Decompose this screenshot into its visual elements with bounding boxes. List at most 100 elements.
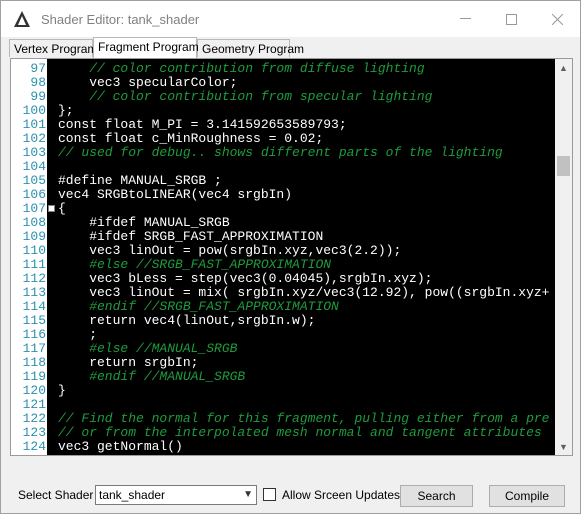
minimize-icon <box>459 18 471 19</box>
code-line[interactable]: 98 vec3 specularColor; <box>11 76 572 90</box>
code-text: { <box>58 201 66 216</box>
app-icon <box>14 11 30 27</box>
code-text: vec3 getNormal() <box>58 439 183 454</box>
line-number: 98 <box>30 75 46 90</box>
code-line[interactable]: 109 #ifdef SRGB_FAST_APPROXIMATION <box>11 230 572 244</box>
code-line[interactable]: 111 #else //SRGB_FAST_APPROXIMATION <box>11 258 572 272</box>
minimize-button[interactable] <box>442 1 488 37</box>
code-line[interactable]: 115 return vec4(linOut,srgbIn.w); <box>11 314 572 328</box>
scroll-up-icon[interactable]: ▲ <box>555 59 572 76</box>
vertical-scrollbar[interactable]: ▲ ▼ <box>555 59 572 455</box>
line-number: 121 <box>22 397 46 412</box>
code-text: return vec4(linOut,srgbIn.w); <box>58 313 316 328</box>
line-number: 97 <box>30 61 46 76</box>
line-number: 112 <box>22 271 46 286</box>
tab-vertex-program[interactable]: Vertex Program <box>9 39 97 57</box>
line-number: 103 <box>22 145 46 160</box>
code-comment: // color contribution from specular ligh… <box>58 89 433 104</box>
close-button[interactable] <box>534 1 580 37</box>
line-number: 123 <box>22 425 46 440</box>
line-number: 124 <box>22 439 46 454</box>
code-line[interactable]: 116 ; <box>11 328 572 342</box>
scroll-down-icon[interactable]: ▼ <box>555 438 572 455</box>
code-text: vec3 bLess = step(vec3(0.04045),srgbIn.x… <box>58 271 433 286</box>
line-number: 99 <box>30 89 46 104</box>
code-line[interactable]: 112 vec3 bLess = step(vec3(0.04045),srgb… <box>11 272 572 286</box>
line-number: 100 <box>22 103 46 118</box>
line-number: 122 <box>22 411 46 426</box>
code-text: return srgbIn; <box>58 355 199 370</box>
code-text: ; <box>58 327 98 342</box>
code-comment: #endif //MANUAL_SRGB <box>58 369 246 384</box>
title-bar[interactable]: Shader Editor: tank_shader <box>1 1 580 37</box>
line-number: 109 <box>22 229 46 244</box>
code-text: vec3 specularColor; <box>58 75 238 90</box>
code-editor[interactable]: 97 // color contribution from diffuse li… <box>10 58 573 456</box>
code-text: const float c_MinRoughness = 0.02; <box>58 131 324 146</box>
select-shader-label: Select Shader <box>18 488 94 502</box>
code-line[interactable]: 104 <box>11 160 572 174</box>
compile-button[interactable]: Compile <box>489 485 565 507</box>
line-number: 102 <box>22 131 46 146</box>
shader-select[interactable]: tank_shader ▼ <box>95 485 257 505</box>
code-text: vec3 linOut = pow(srgbIn.xyz,vec3(2.2)); <box>58 243 402 258</box>
close-icon <box>551 13 563 25</box>
line-number: 120 <box>22 383 46 398</box>
tab-fragment-program[interactable]: Fragment Program <box>93 37 199 58</box>
code-line[interactable]: 101 const float M_PI = 3.141592653589793; <box>11 118 572 132</box>
code-text: } <box>58 383 66 398</box>
code-line[interactable]: 114 #endif //SRGB_FAST_APPROXIMATION <box>11 300 572 314</box>
code-line[interactable]: 113 vec3 linOut = mix( srgbIn.xyz/vec3(1… <box>11 286 572 300</box>
code-line[interactable]: 121 <box>11 398 572 412</box>
line-number: 107 <box>22 201 46 216</box>
code-line[interactable]: 124 vec3 getNormal() <box>11 440 572 454</box>
code-line[interactable]: 103 // used for debug.. shows different p… <box>11 146 572 160</box>
code-text: #ifdef SRGB_FAST_APPROXIMATION <box>58 229 324 244</box>
code-line[interactable]: 97 // color contribution from diffuse li… <box>11 62 572 76</box>
code-line[interactable]: 106 vec4 SRGBtoLINEAR(vec4 srgbIn) <box>11 188 572 202</box>
line-number: 114 <box>22 299 46 314</box>
chevron-down-icon[interactable]: ▼ <box>243 486 253 504</box>
search-button[interactable]: Search <box>400 485 473 507</box>
code-text: vec3 linOut = mix( srgbIn.xyz/vec3(12.92… <box>58 285 550 300</box>
code-line[interactable]: 110 vec3 linOut = pow(srgbIn.xyz,vec3(2.… <box>11 244 572 258</box>
tab-geometry-program[interactable]: Geometry Program <box>197 39 304 57</box>
line-number: 118 <box>22 355 46 370</box>
code-line[interactable]: 102 const float c_MinRoughness = 0.02; <box>11 132 572 146</box>
line-number: 110 <box>22 243 46 258</box>
code-comment: #else //SRGB_FAST_APPROXIMATION <box>58 257 332 272</box>
code-text: const float M_PI = 3.141592653589793; <box>58 117 347 132</box>
code-line[interactable]: 118 return srgbIn; <box>11 356 572 370</box>
code-line[interactable]: 108 #ifdef MANUAL_SRGB <box>11 216 572 230</box>
code-comment: // color contribution from diffuse light… <box>58 61 425 76</box>
line-number: 106 <box>22 187 46 202</box>
line-number: 113 <box>22 285 46 300</box>
code-line[interactable]: 119 #endif //MANUAL_SRGB <box>11 370 572 384</box>
code-line[interactable]: 107 { <box>11 202 572 216</box>
fold-toggle-icon[interactable] <box>48 205 55 212</box>
code-line[interactable]: 100}; <box>11 104 572 118</box>
code-line[interactable]: 122 // Find the normal for this fragment,… <box>11 412 572 426</box>
code-line[interactable]: 117 #else //MANUAL_SRGB <box>11 342 572 356</box>
scrollbar-thumb[interactable] <box>557 156 570 176</box>
line-number: 111 <box>22 257 46 272</box>
line-number: 115 <box>22 313 46 328</box>
code-comment: // or from the interpolated mesh normal … <box>58 425 542 440</box>
code-line[interactable]: 99 // color contribution from specular l… <box>11 90 572 104</box>
code-text: #ifdef MANUAL_SRGB <box>58 215 230 230</box>
line-number: 108 <box>22 215 46 230</box>
maximize-button[interactable] <box>488 1 534 37</box>
code-line[interactable]: 123 // or from the interpolated mesh norm… <box>11 426 572 440</box>
code-comment: #endif //SRGB_FAST_APPROXIMATION <box>58 299 339 314</box>
code-text: vec4 SRGBtoLINEAR(vec4 srgbIn) <box>58 187 293 202</box>
code-comment: #else //MANUAL_SRGB <box>58 341 238 356</box>
shader-editor-window: Shader Editor: tank_shader Vertex Progra… <box>0 0 581 514</box>
code-line[interactable]: 105 #define MANUAL_SRGB ; <box>11 174 572 188</box>
allow-updates-label[interactable]: Allow Srceen Updates <box>282 488 400 502</box>
code-comment: // used for debug.. shows different part… <box>58 145 503 160</box>
maximize-icon <box>505 13 517 25</box>
code-line[interactable]: 120} <box>11 384 572 398</box>
line-number: 119 <box>22 369 46 384</box>
line-number: 116 <box>22 327 46 342</box>
allow-updates-checkbox[interactable] <box>263 488 276 501</box>
